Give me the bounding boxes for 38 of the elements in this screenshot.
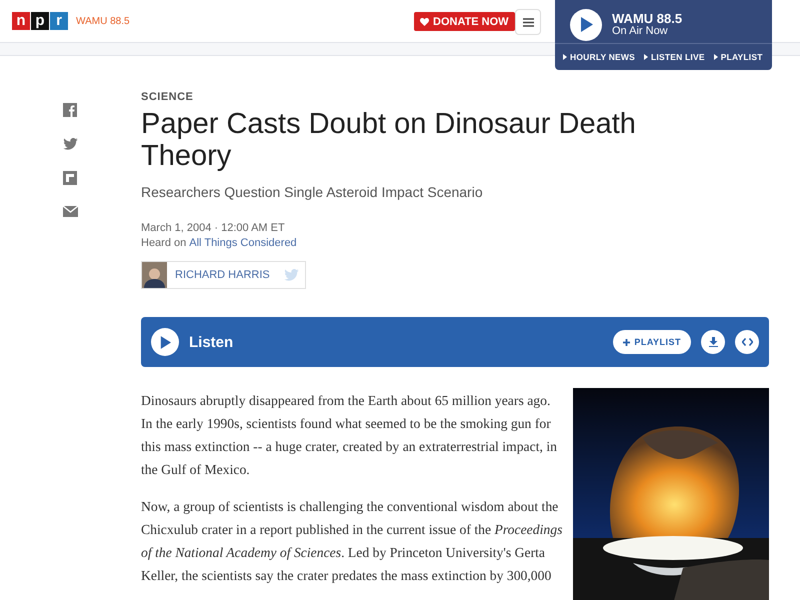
player-link[interactable]: PLAYLIST [714, 52, 763, 62]
code-icon [742, 338, 752, 346]
caret-icon [563, 54, 567, 60]
caret-icon [714, 54, 718, 60]
embed-button[interactable] [735, 330, 759, 354]
facebook-icon[interactable] [63, 103, 77, 117]
author-avatar [142, 262, 167, 288]
author-link[interactable]: RICHARD HARRIS [175, 269, 270, 281]
email-icon[interactable] [63, 206, 78, 217]
play-button[interactable] [570, 8, 602, 40]
heart-icon [420, 18, 429, 26]
on-air-label: On Air Now [612, 25, 669, 37]
article-title: Paper Casts Doubt on Dinosaur Death Theory [141, 108, 637, 172]
paragraph: Now, a group of scientists is challenging the conventional wisdom about the Chicxulub crater in a report published in the current issue of the Proceedings of the National Academy of Sciences. Led by Princeton University's Gerta Keller, the scientists say the crater predates the mass extinction by 300,000 [141, 498, 564, 585]
twitter-icon[interactable] [63, 138, 78, 150]
menu-icon [522, 18, 534, 26]
player-link[interactable]: LISTEN LIVE [644, 52, 705, 62]
menu-button[interactable] [515, 9, 541, 35]
add-playlist-button[interactable]: PLAYLIST [613, 330, 691, 354]
caret-icon [644, 54, 648, 60]
plus-icon [623, 338, 630, 346]
article-subtitle: Researchers Question Single Asteroid Impact Scenario [141, 184, 484, 200]
program-link[interactable]: All Things Considered [189, 237, 297, 249]
download-button[interactable] [701, 330, 725, 354]
flipboard-icon[interactable] [63, 171, 77, 185]
paragraph: Dinosaurs abruptly disappeared from the Earth about 65 million years ago. In the early 1990s, scientists found what seemed to be the smoking gun for this mass extinction -- a huge crater, created by an extraterrestrial impact, in the Gulf of Mexico. [141, 392, 558, 479]
donate-button[interactable]: DONATE NOW [414, 12, 515, 31]
play-button[interactable] [151, 328, 179, 356]
player-link[interactable]: HOURLY NEWS [563, 52, 636, 62]
section-label[interactable]: SCIENCE [141, 91, 769, 103]
article-date: March 1, 2004 · 12:00 AM ET [141, 222, 286, 234]
station-name: WAMU 88.5 [612, 12, 682, 25]
play-icon [160, 336, 170, 348]
npr-logo[interactable]: n p r [12, 12, 68, 30]
heard-on-label: Heard on [141, 237, 186, 249]
play-icon [580, 17, 592, 32]
download-icon [708, 337, 718, 347]
listen-label: Listen [189, 334, 234, 350]
